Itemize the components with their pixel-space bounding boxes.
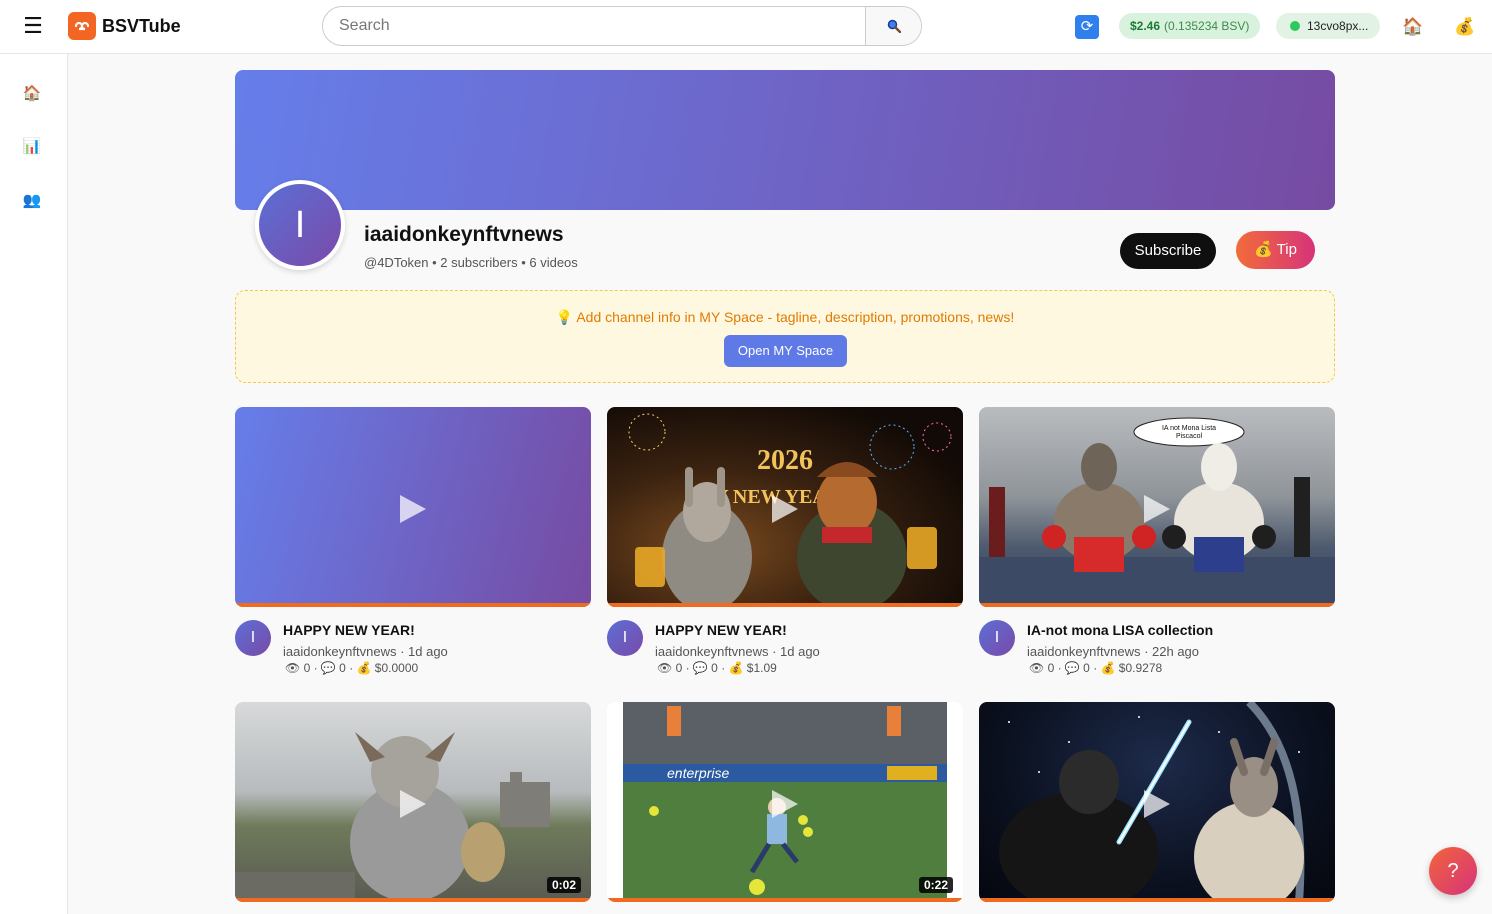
tip-button[interactable]: 💰 Tip xyxy=(1236,231,1315,269)
refresh-icon[interactable]: ⟳ xyxy=(1075,15,1099,39)
video-card[interactable]: 0:02 xyxy=(235,702,591,902)
channel-banner xyxy=(235,70,1335,210)
svg-text:2026: 2026 xyxy=(757,445,813,476)
play-icon xyxy=(400,495,426,523)
search-button[interactable] xyxy=(865,7,921,45)
video-thumbnail[interactable]: 0:02 xyxy=(235,702,591,902)
progress-bar xyxy=(235,898,591,902)
video-meta: I IA-not mona LISA collection iaaidonkey… xyxy=(979,607,1335,677)
video-thumbnail[interactable]: 2026 PY NEW YEAR xyxy=(607,407,963,607)
svg-text:enterprise: enterprise xyxy=(667,765,729,781)
video-stats: 👁 0 · 💬 0 · 💰 $0.9278 xyxy=(1029,661,1163,675)
play-icon xyxy=(772,790,798,818)
open-my-space-button[interactable]: Open MY Space xyxy=(724,335,847,367)
balance-bsv: (0.135234 BSV) xyxy=(1164,19,1250,33)
home-icon[interactable]: 🏠 xyxy=(1401,15,1425,39)
logo[interactable]: BSVTube xyxy=(68,12,181,40)
video-meta: I HAPPY NEW YEAR! iaaidonkeynftvnews · 1… xyxy=(235,607,591,677)
video-channel-time: iaaidonkeynftvnews · 22h ago xyxy=(1027,644,1200,659)
sidebar-chart-icon[interactable]: 📊 xyxy=(21,136,43,158)
notice-text: 💡 Add channel info in MY Space - tagline… xyxy=(555,309,1015,325)
video-channel-time: iaaidonkeynftvnews · 1d ago xyxy=(655,644,820,659)
sidebar-people-icon[interactable]: 👥 xyxy=(21,190,43,212)
video-duration: 0:22 xyxy=(918,877,953,893)
balance-usd: $2.46 xyxy=(1130,19,1161,33)
wallet-address: 13cvo8px... xyxy=(1307,19,1369,33)
help-icon: ? xyxy=(1447,860,1459,882)
channel-meta: @4DToken • 2 subscribers • 6 videos xyxy=(364,255,578,270)
help-button[interactable]: ? xyxy=(1429,847,1477,895)
subscribe-button[interactable]: Subscribe xyxy=(1120,233,1216,269)
top-bar: ☰ BSVTube ⟳ $2.46 (0.135234 BSV) 13cvo8p… xyxy=(0,0,1492,54)
video-card[interactable]: enterprise 0:22 xyxy=(607,702,963,902)
video-title[interactable]: IA-not mona LISA collection xyxy=(1027,622,1213,638)
money-bag-icon[interactable]: 💰 xyxy=(1453,15,1477,39)
svg-text:Piscacol: Piscacol xyxy=(1176,433,1203,440)
channel-avatar-small[interactable]: I xyxy=(235,620,271,656)
video-thumbnail[interactable] xyxy=(979,702,1335,902)
video-title[interactable]: HAPPY NEW YEAR! xyxy=(655,622,787,638)
search-icon xyxy=(887,19,901,33)
play-icon xyxy=(772,495,798,523)
sidebar: 🏠 📊 👥 xyxy=(0,54,68,914)
channel-avatar-small[interactable]: I xyxy=(607,620,643,656)
video-stats: 👁 0 · 💬 0 · 💰 $0.0000 xyxy=(285,661,419,675)
channel-avatar-small[interactable]: I xyxy=(979,620,1015,656)
menu-icon[interactable]: ☰ xyxy=(22,14,44,38)
video-stats: 👁 0 · 💬 0 · 💰 $1.09 xyxy=(657,661,777,675)
wallet-button[interactable]: 13cvo8px... xyxy=(1276,13,1381,39)
play-icon xyxy=(1144,790,1170,818)
video-thumbnail[interactable] xyxy=(235,407,591,607)
play-icon xyxy=(1144,495,1170,523)
progress-bar xyxy=(979,898,1335,902)
video-thumbnail[interactable]: IA not Mona Lista Piscacol xyxy=(979,407,1335,607)
wallet-status-dot xyxy=(1290,21,1300,31)
video-card[interactable]: IA not Mona Lista Piscacol I IA-not mona… xyxy=(979,407,1335,677)
my-space-notice: 💡 Add channel info in MY Space - tagline… xyxy=(235,290,1335,383)
video-card[interactable]: 2026 PY NEW YEAR I HAPPY NEW YEAR! iaaid… xyxy=(607,407,963,677)
video-title[interactable]: HAPPY NEW YEAR! xyxy=(283,622,415,638)
search-bar xyxy=(322,6,922,46)
video-channel-time: iaaidonkeynftvnews · 1d ago xyxy=(283,644,448,659)
progress-bar xyxy=(607,898,963,902)
video-card[interactable]: I HAPPY NEW YEAR! iaaidonkeynftvnews · 1… xyxy=(235,407,591,677)
svg-text:IA not Mona Lista: IA not Mona Lista xyxy=(1162,425,1216,432)
sidebar-home-icon[interactable]: 🏠 xyxy=(21,83,43,105)
balance-badge: $2.46 (0.135234 BSV) xyxy=(1119,13,1261,39)
video-thumbnail[interactable]: enterprise 0:22 xyxy=(607,702,963,902)
logo-text: BSVTube xyxy=(102,15,181,36)
logo-mark-icon xyxy=(68,12,96,40)
play-icon xyxy=(400,790,426,818)
channel-avatar: I xyxy=(255,180,345,270)
video-card[interactable] xyxy=(979,702,1335,902)
channel-name: iaaidonkeynftvnews xyxy=(364,223,564,246)
search-input[interactable] xyxy=(323,7,865,45)
video-duration: 0:02 xyxy=(546,877,581,893)
video-meta: I HAPPY NEW YEAR! iaaidonkeynftvnews · 1… xyxy=(607,607,963,677)
